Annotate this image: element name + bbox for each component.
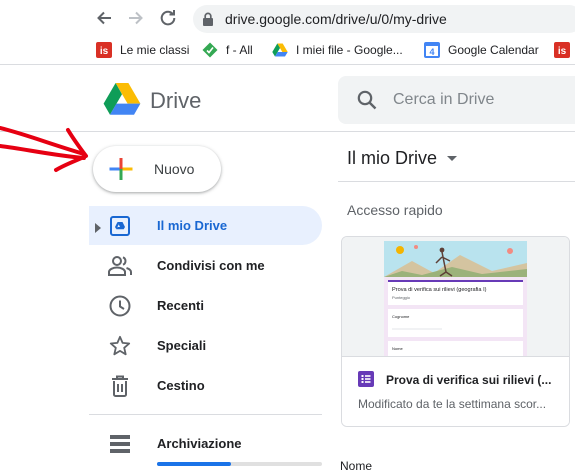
drive-brand-text[interactable]: Drive: [150, 88, 201, 114]
title-divider: [338, 181, 575, 182]
bookmark-label: I miei file - Google...: [296, 43, 403, 57]
lock-icon: [202, 11, 216, 27]
my-drive-icon: [108, 214, 132, 238]
sidebar-item-label: Condivisi con me: [157, 258, 265, 273]
forward-button[interactable]: [124, 6, 148, 30]
calendar-icon: 4: [424, 42, 440, 58]
red-annotation-arrow-icon: [0, 126, 88, 172]
search-icon[interactable]: [356, 89, 378, 116]
bookmark-le-mie-classi[interactable]: is Le mie classi: [96, 39, 189, 61]
file-meta: Modificato da te la settimana scor...: [358, 397, 547, 411]
address-bar[interactable]: drive.google.com/drive/u/0/my-drive: [193, 5, 575, 33]
bookmarks-bar: is Le mie classi f - All I miei file - G…: [0, 36, 575, 65]
sidebar-item-starred[interactable]: Speciali: [89, 326, 322, 365]
storage-label: Archiviazione: [157, 436, 242, 451]
storage-icon: [108, 432, 132, 456]
sidebar-item-label: Recenti: [157, 298, 204, 313]
drive-logo-icon[interactable]: [103, 82, 141, 121]
search-input[interactable]: [393, 89, 563, 111]
bookmark-label: Le mie classi: [120, 43, 190, 57]
my-drive-title-menu[interactable]: Il mio Drive: [347, 147, 458, 169]
trash-icon: [108, 374, 132, 398]
url-text: drive.google.com/drive/u/0/my-drive: [225, 11, 447, 27]
sidebar-item-label: Cestino: [157, 378, 205, 393]
quick-access-heading: Accesso rapido: [347, 202, 443, 218]
thumb-field-1: Cognome: [392, 314, 410, 319]
is-red-icon: is: [554, 42, 570, 58]
plus-icon: [109, 158, 133, 180]
caret-down-icon: [447, 155, 458, 161]
file-info: Prova di verifica sui rilievi (... Modif…: [342, 357, 569, 426]
is-red-icon: is: [96, 42, 112, 58]
page-title: Il mio Drive: [347, 147, 438, 168]
calendar-badge: 4: [429, 47, 434, 57]
quick-access-card[interactable]: Prova di verifica sui rilievi (geografia…: [341, 236, 570, 427]
shared-people-icon: [108, 254, 132, 278]
new-button-label: Nuovo: [154, 161, 195, 177]
svg-text:is: is: [558, 46, 567, 57]
reload-icon: [160, 10, 176, 26]
bookmark-f-all[interactable]: f - All: [202, 39, 253, 61]
file-thumbnail: Prova di verifica sui rilievi (geografia…: [342, 237, 569, 357]
back-button[interactable]: [92, 6, 116, 30]
arrow-left-icon: [97, 11, 111, 25]
sidebar-item-my-drive[interactable]: Il mio Drive: [89, 206, 322, 245]
svg-text:is: is: [100, 46, 109, 57]
bookmark-label: f - All: [226, 43, 253, 57]
sidebar-item-shared[interactable]: Condivisi con me: [89, 246, 322, 285]
bookmark-label: Google Calendar: [448, 43, 539, 57]
thumb-field-2: Nome: [392, 346, 403, 351]
thumb-subtitle: Punteggio: [392, 295, 411, 300]
form-preview-image: Prova di verifica sui rilievi (geografia…: [384, 241, 527, 356]
reload-button[interactable]: [156, 6, 180, 30]
google-forms-icon: [358, 371, 374, 392]
drive-icon: [272, 42, 288, 58]
sidebar-item-recent[interactable]: Recenti: [89, 286, 322, 325]
file-name: Prova di verifica sui rilievi (...: [386, 373, 552, 387]
sidebar-divider: [89, 414, 322, 415]
clock-icon: [108, 294, 132, 318]
green-diamond-icon: [202, 42, 218, 58]
star-icon: [108, 334, 132, 358]
new-button[interactable]: Nuovo: [93, 146, 221, 192]
bookmark-i-miei-file[interactable]: I miei file - Google...: [272, 39, 403, 61]
browser-toolbar: drive.google.com/drive/u/0/my-drive: [0, 0, 575, 36]
storage-bar-fill: [157, 462, 232, 466]
sidebar-item-label: Il mio Drive: [157, 218, 228, 233]
bookmark-is[interactable]: is: [554, 39, 570, 61]
arrow-right-icon: [129, 11, 143, 25]
sidebar-item-label: Speciali: [157, 338, 207, 353]
column-header-name[interactable]: Nome: [340, 459, 372, 473]
sidebar-item-storage[interactable]: Archiviazione: [89, 424, 322, 463]
sidebar-item-trash[interactable]: Cestino: [89, 366, 322, 405]
bookmark-google-calendar[interactable]: 4 Google Calendar: [424, 39, 539, 61]
thumb-title: Prova di verifica sui rilievi (geografia…: [392, 287, 487, 293]
